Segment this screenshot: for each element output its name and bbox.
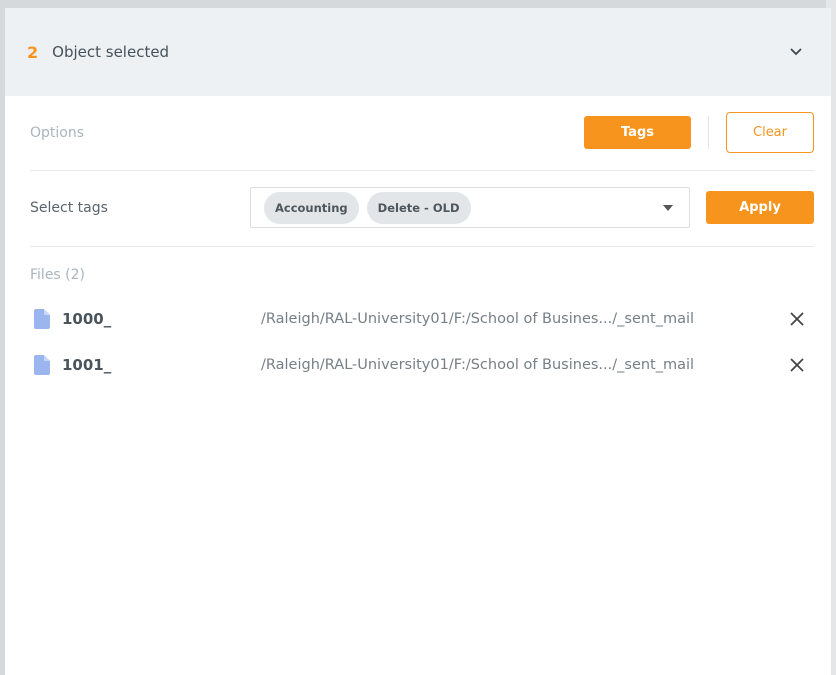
options-label: Options xyxy=(30,125,85,141)
file-path: /Raleigh/RAL-University01/F:/School of B… xyxy=(261,357,695,373)
tag-chip[interactable]: Delete - OLD xyxy=(366,191,471,224)
file-icon xyxy=(34,309,50,329)
file-path: /Raleigh/RAL-University01/F:/School of B… xyxy=(261,311,695,327)
chevron-down-icon[interactable] xyxy=(787,43,805,61)
file-name: 1000_ xyxy=(62,310,112,328)
apply-button[interactable]: Apply xyxy=(706,191,814,224)
tags-select[interactable]: Accounting Delete - OLD xyxy=(250,187,690,228)
clear-button[interactable]: Clear xyxy=(726,112,814,153)
selection-title: Object selected xyxy=(52,43,170,61)
selected-count: 2 xyxy=(27,42,39,62)
dropdown-caret-icon[interactable] xyxy=(663,205,673,211)
button-divider xyxy=(708,116,709,149)
selection-panel: 2 Object selected Options Tags Clear Sel… xyxy=(5,8,831,675)
close-icon[interactable] xyxy=(789,311,805,327)
tags-row: Select tags Accounting Delete - OLD Appl… xyxy=(30,171,814,247)
tags-button[interactable]: Tags xyxy=(584,116,691,149)
file-name: 1001_ xyxy=(62,356,112,374)
close-icon[interactable] xyxy=(789,357,805,373)
file-icon xyxy=(34,355,50,375)
select-tags-label: Select tags xyxy=(30,200,108,216)
selection-header[interactable]: 2 Object selected xyxy=(5,8,831,96)
file-row: 1001_ /Raleigh/RAL-University01/F:/Schoo… xyxy=(30,350,814,380)
file-row: 1000_ /Raleigh/RAL-University01/F:/Schoo… xyxy=(30,304,814,334)
options-row: Options Tags Clear xyxy=(30,96,814,171)
files-heading: Files (2) xyxy=(30,267,86,283)
tag-chip[interactable]: Accounting xyxy=(264,191,359,224)
